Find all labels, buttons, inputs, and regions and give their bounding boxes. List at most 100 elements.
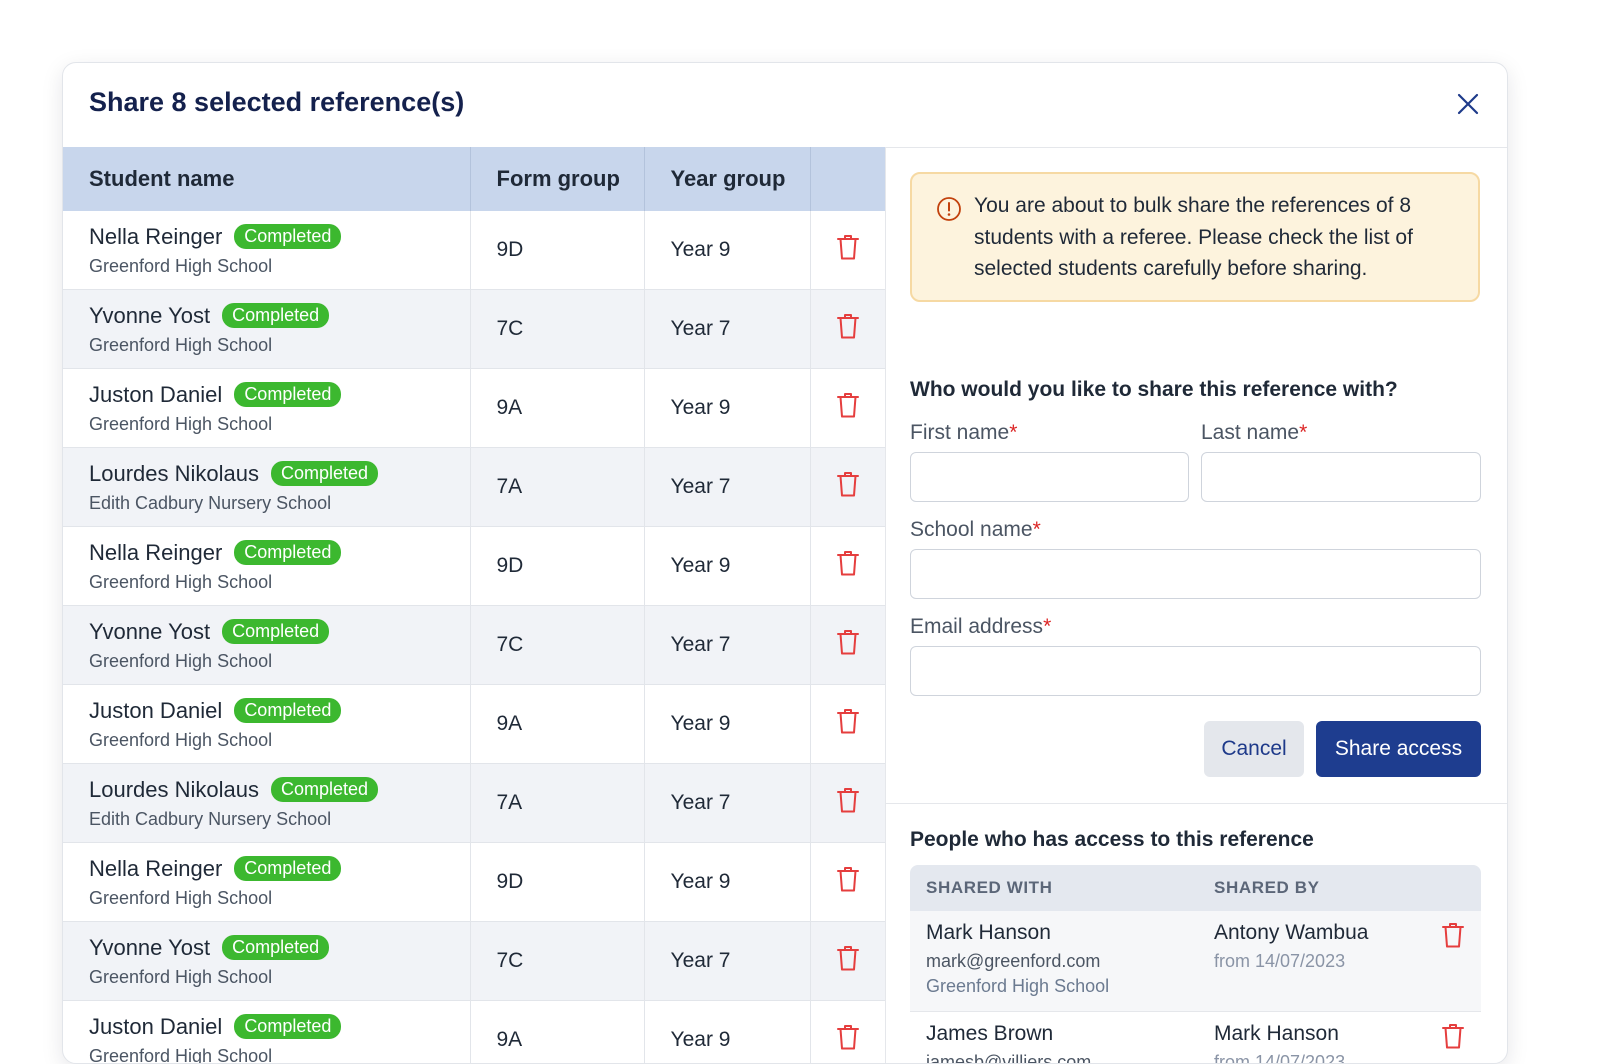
student-school: Greenford High School [89, 255, 273, 276]
actions-cell [810, 526, 885, 606]
delete-icon[interactable] [836, 1023, 860, 1057]
student-cell: Yvonne Yost Completed Greenford High Schoo… [63, 605, 471, 685]
shared-with-school: Greenford High School [926, 976, 1110, 996]
student-school: Greenford High School [89, 966, 273, 987]
student-name: Lourdes Nikolaus [89, 776, 259, 802]
actions-cell [810, 842, 885, 922]
last-name-input[interactable] [1201, 452, 1481, 502]
form-group-cell: 9A [470, 1000, 645, 1063]
table-row: Lourdes Nikolaus Completed Edith Cadbury N… [63, 447, 885, 527]
year-group-cell: Year 7 [644, 447, 811, 527]
table-row: Juston Daniel Completed Greenford High Sch… [63, 684, 885, 764]
section-divider [885, 803, 1507, 804]
actions-cell [810, 684, 885, 764]
student-school: Greenford High School [89, 887, 273, 908]
access-table-body: Mark Hanson mark@greenford.com Greenford H… [910, 911, 1481, 1064]
col-actions [810, 147, 885, 211]
table-row: Juston Daniel Completed Greenford High Sch… [63, 1000, 885, 1064]
student-cell: Yvonne Yost Completed Greenford High Schoo… [63, 921, 471, 1001]
first-name-label: First name* [910, 421, 1018, 444]
student-cell: Lourdes Nikolaus Completed Edith Cadbury N… [63, 763, 471, 843]
warning-icon [936, 196, 962, 232]
delete-icon[interactable] [836, 233, 860, 267]
student-school: Edith Cadbury Nursery School [89, 808, 332, 829]
year-group-cell: Year 9 [644, 684, 811, 764]
col-form-group[interactable]: Form group [470, 147, 645, 211]
email-label: Email address* [910, 615, 1052, 638]
col-student-name[interactable]: Student name [63, 147, 471, 211]
year-group-cell: Year 7 [644, 921, 811, 1001]
student-school: Greenford High School [89, 334, 273, 355]
students-table: Student name Form group Year group Nella… [63, 147, 885, 1063]
shared-with-email: jamesb@villiers.com [926, 1052, 1092, 1064]
delete-icon[interactable] [1441, 1022, 1465, 1055]
close-icon [1457, 93, 1479, 115]
student-cell: Nella Reinger Completed Greenford High Sch… [63, 526, 471, 606]
form-group-cell: 7A [470, 763, 645, 843]
status-badge: Completed [270, 460, 379, 486]
delete-icon[interactable] [836, 628, 860, 662]
cancel-button[interactable]: Cancel [1204, 721, 1304, 777]
form-group-cell: 9A [470, 368, 645, 448]
student-name: Lourdes Nikolaus [89, 460, 259, 486]
delete-icon[interactable] [836, 312, 860, 346]
delete-icon[interactable] [836, 786, 860, 820]
share-form-panel: You are about to bulk share the referenc… [885, 147, 1507, 1063]
shared-with-name: Mark Hanson [926, 921, 1051, 944]
share-modal: Share 8 selected reference(s) Student na… [62, 62, 1508, 1064]
student-name: Nella Reinger [89, 539, 223, 565]
last-name-label: Last name* [1201, 421, 1308, 444]
year-group-cell: Year 7 [644, 605, 811, 685]
actions-cell [810, 605, 885, 685]
delete-icon[interactable] [836, 865, 860, 899]
student-school: Greenford High School [89, 1045, 273, 1064]
table-row: Nella Reinger Completed Greenford High Sch… [63, 211, 885, 290]
delete-icon[interactable] [836, 944, 860, 978]
school-name-input[interactable] [910, 549, 1481, 599]
status-badge: Completed [234, 223, 342, 249]
selected-students-panel: Student name Form group Year group Nella… [63, 147, 886, 1063]
school-name-label: School name* [910, 518, 1041, 541]
email-input[interactable] [910, 646, 1481, 696]
students-table-body: Nella Reinger Completed Greenford High Sch… [63, 211, 885, 1063]
student-name: Nella Reinger [89, 223, 223, 249]
year-group-cell: Year 7 [644, 763, 811, 843]
student-name: Nella Reinger [89, 855, 223, 881]
student-school: Greenford High School [89, 413, 273, 434]
table-row: Lourdes Nikolaus Completed Edith Cadbury N… [63, 763, 885, 843]
actions-cell [810, 368, 885, 448]
access-row: James Brownjamesb@villiers.comVilliers E… [910, 1012, 1481, 1064]
share-question: Who would you like to share this referen… [910, 378, 1398, 401]
delete-icon[interactable] [1441, 921, 1465, 954]
status-badge: Completed [234, 381, 342, 407]
table-row: Yvonne Yost Completed Greenford High Schoo… [63, 289, 885, 369]
delete-icon[interactable] [836, 549, 860, 583]
student-school: Greenford High School [89, 729, 273, 750]
shared-by-name: Mark Hanson [1214, 1022, 1339, 1045]
delete-icon[interactable] [836, 470, 860, 504]
shared-with-name: James Brown [926, 1022, 1054, 1045]
student-name: Yvonne Yost [89, 618, 211, 644]
col-year-group[interactable]: Year group [644, 147, 811, 211]
col-shared-by: SHARED BY [1214, 878, 1320, 897]
first-name-input[interactable] [910, 452, 1189, 502]
actions-cell [810, 921, 885, 1001]
col-shared-with: SHARED WITH [926, 878, 1053, 897]
share-access-button[interactable]: Share access [1316, 721, 1481, 777]
modal-header: Share 8 selected reference(s) [63, 63, 1507, 148]
delete-icon[interactable] [836, 391, 860, 425]
required-mark: * [1009, 421, 1018, 444]
table-row: Yvonne Yost Completed Greenford High Schoo… [63, 921, 885, 1001]
form-group-cell: 7C [470, 921, 645, 1001]
table-row: Nella Reinger Completed Greenford High Sch… [63, 842, 885, 922]
status-badge: Completed [270, 776, 379, 802]
status-badge: Completed [222, 302, 330, 328]
delete-icon[interactable] [836, 707, 860, 741]
year-group-cell: Year 9 [644, 842, 811, 922]
table-row: Nella Reinger Completed Greenford High Sch… [63, 526, 885, 606]
close-button[interactable] [1451, 87, 1485, 121]
access-table: SHARED WITH SHARED BY Mark Hanson mark@gr… [910, 865, 1481, 1064]
status-badge: Completed [222, 618, 330, 644]
actions-cell [810, 447, 885, 527]
student-cell: Nella Reinger Completed Greenford High Sch… [63, 211, 471, 290]
